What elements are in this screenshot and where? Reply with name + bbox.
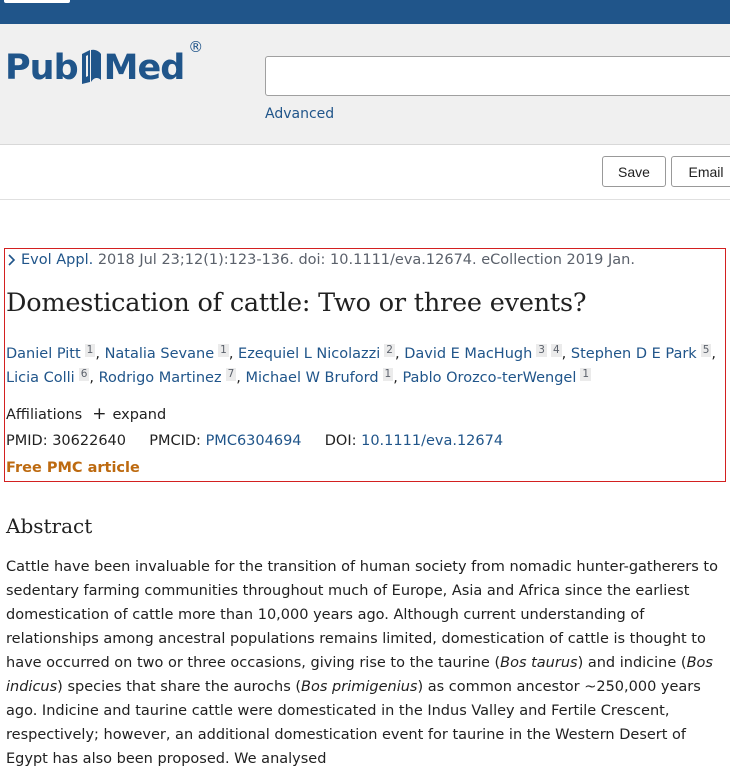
book-icon (81, 49, 101, 84)
email-button[interactable]: Email (671, 156, 730, 187)
affiliation-number[interactable]: 6 (78, 368, 90, 381)
author-list: Daniel Pitt 1, Natalia Sevane 1, Ezequiel … (6, 344, 716, 386)
affiliation-number[interactable]: 1 (382, 368, 394, 381)
author-link[interactable]: Natalia Sevane (105, 346, 215, 362)
doi-label: DOI: (324, 433, 357, 449)
affiliation-number[interactable]: 5 (700, 344, 712, 357)
pmcid-link[interactable]: PMC6304694 (206, 433, 302, 449)
species-name: Bos primigenius (301, 679, 418, 695)
doi-link[interactable]: 10.1111/eva.12674 (361, 433, 503, 449)
affiliation-number[interactable]: 2 (384, 344, 395, 357)
abstract-text: Cattle have been invaluable for the tran… (6, 555, 724, 771)
expand-affiliations-button[interactable]: + expand (92, 406, 166, 423)
abstract-segment: ) and indicine ( (577, 655, 687, 671)
plus-icon: + (92, 404, 107, 424)
pmid-label: PMID: (6, 433, 48, 449)
abstract-segment: ) species that share the aurochs ( (57, 679, 302, 695)
author-link[interactable]: Pablo Orozco-terWengel (402, 370, 576, 386)
author-link[interactable]: Licia Colli (6, 370, 75, 386)
affiliation-number[interactable]: 1 (218, 344, 229, 357)
abstract-paragraph: Cattle have been invaluable for the tran… (6, 555, 724, 771)
author-link[interactable]: Michael W Bruford (245, 370, 378, 386)
affiliation-number[interactable]: 1 (580, 368, 592, 381)
article-citation: Evol Appl. 2018 Jul 23;12(1):123-136. do… (6, 252, 635, 268)
author-link[interactable]: David E MacHugh (404, 346, 532, 362)
article-identifiers: PMID: 30622640 PMCID: PMC6304694 DOI: 10… (6, 433, 503, 449)
affiliations-row: Affiliations + expand (6, 406, 166, 423)
search-input[interactable] (265, 56, 730, 96)
nih-logo-fragment[interactable] (4, 0, 70, 3)
top-navbar (0, 0, 730, 24)
author-link[interactable]: Rodrigo Martinez (99, 370, 222, 386)
advanced-search-link[interactable]: Advanced (265, 106, 334, 122)
journal-link[interactable]: Evol Appl. (21, 252, 93, 268)
abstract-heading: Abstract (6, 514, 93, 538)
pubmed-logo[interactable]: Pub Med ® (5, 38, 203, 86)
logo-text-med: Med (103, 48, 186, 88)
chevron-right-icon[interactable] (6, 252, 17, 268)
article-title: Domestication of cattle: Two or three ev… (6, 288, 587, 318)
affiliation-number[interactable]: 3 (536, 344, 547, 357)
header-divider (0, 199, 730, 200)
affiliation-number[interactable]: 1 (84, 344, 96, 357)
author-link[interactable]: Daniel Pitt (6, 346, 81, 362)
expand-label: expand (112, 406, 167, 423)
affiliation-number[interactable]: 7 (225, 368, 237, 381)
pmcid-label: PMCID: (149, 433, 201, 449)
free-pmc-article-badge[interactable]: Free PMC article (6, 460, 140, 476)
logo-text-pub: Pub (5, 48, 79, 88)
author-link[interactable]: Ezequiel L Nicolazzi (238, 346, 380, 362)
affiliations-label: Affiliations (6, 406, 83, 423)
save-button[interactable]: Save (602, 156, 666, 187)
species-name: Bos taurus (500, 655, 578, 671)
citation-details: 2018 Jul 23;12(1):123-136. doi: 10.1111/… (93, 252, 635, 268)
registered-mark: ® (188, 38, 204, 56)
affiliation-number[interactable]: 4 (550, 344, 562, 357)
author-link[interactable]: Stephen D E Park (571, 346, 697, 362)
pmid-value: 30622640 (52, 433, 127, 449)
